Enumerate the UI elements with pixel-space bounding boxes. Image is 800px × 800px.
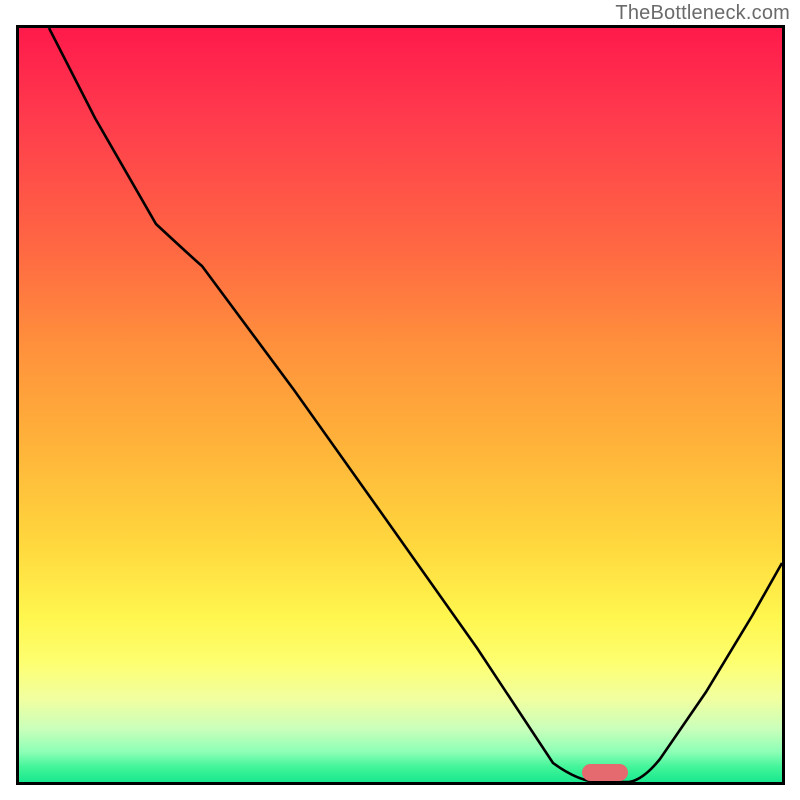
watermark-text: TheBottleneck.com — [615, 2, 790, 25]
chart-curve-svg — [19, 28, 782, 782]
bottleneck-curve-path — [49, 28, 782, 782]
optimal-range-marker — [582, 764, 628, 781]
chart-frame — [16, 25, 785, 785]
